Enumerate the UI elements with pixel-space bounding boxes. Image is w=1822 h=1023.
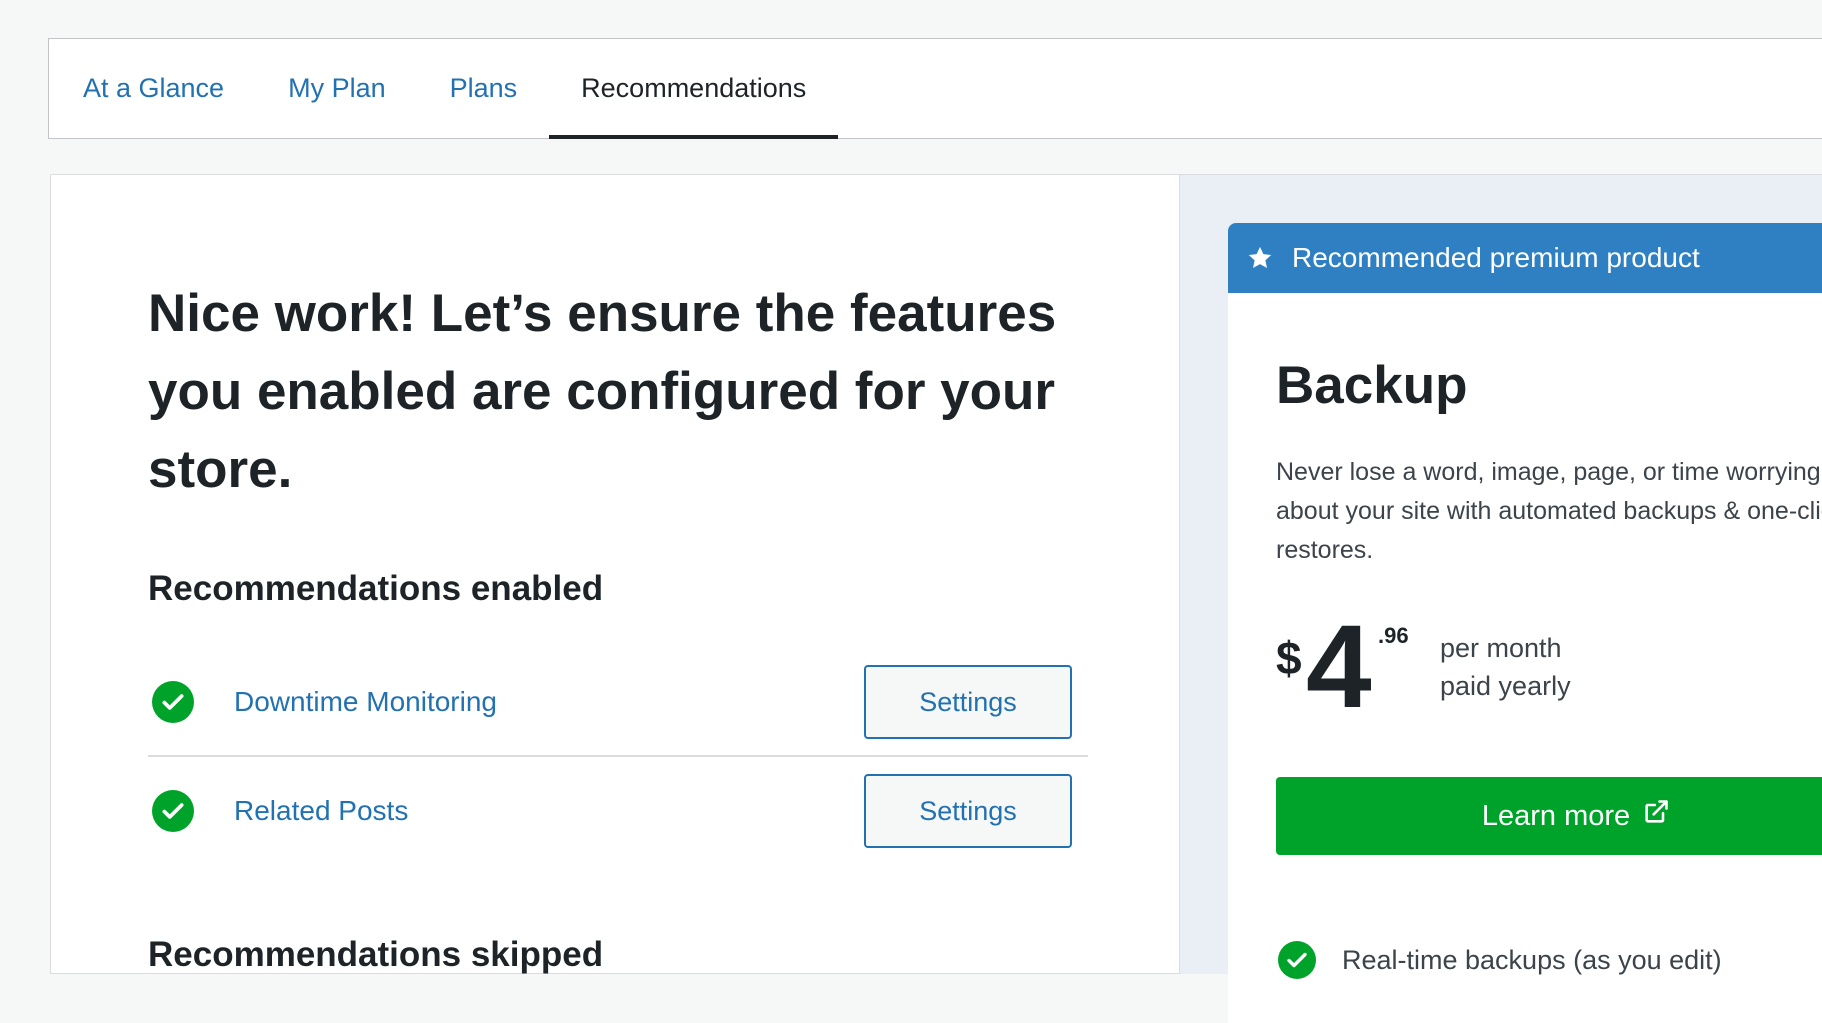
- page-headline: Nice work! Let’s ensure the features you…: [148, 284, 1057, 499]
- learn-more-label: Learn more: [1481, 799, 1631, 832]
- tab-recommendations[interactable]: Recommendations: [549, 39, 839, 139]
- feature-label: Real-time backups (as you edit): [1342, 944, 1722, 975]
- enabled-section-title: Recommendations enabled: [148, 569, 604, 608]
- promo-side-panel: Recommended premium product Backup Never…: [1180, 174, 1822, 1023]
- tab-navigation: At a Glance My Plan Plans Recommendation…: [48, 38, 1822, 139]
- promo-header-label: Recommended premium product: [1292, 242, 1700, 273]
- product-description: Never lose a word, image, page, or time …: [1276, 453, 1822, 570]
- check-circle-icon: [152, 790, 194, 832]
- product-title: Backup: [1276, 356, 1468, 415]
- tab-at-a-glance[interactable]: At a Glance: [83, 39, 224, 138]
- skipped-section-title: Recommendations skipped: [148, 935, 604, 974]
- tab-my-plan[interactable]: My Plan: [288, 39, 386, 138]
- price-amount: 4: [1306, 601, 1372, 733]
- downtime-monitoring-link[interactable]: Downtime Monitoring: [234, 686, 864, 718]
- learn-more-button[interactable]: Learn more: [1276, 777, 1822, 855]
- product-description-line: about your site with automated backups &…: [1276, 497, 1822, 525]
- price-cents: .96: [1378, 623, 1409, 648]
- related-posts-settings-button[interactable]: Settings: [864, 774, 1072, 848]
- recommendation-row-related-posts: Related Posts Settings: [148, 757, 1088, 865]
- price: $ 4 .96 per month paid yearly: [1276, 607, 1676, 727]
- premium-product-card: Recommended premium product Backup Never…: [1228, 223, 1822, 1023]
- price-term-period: per month: [1440, 633, 1562, 663]
- promo-header: Recommended premium product: [1228, 223, 1822, 293]
- downtime-monitoring-settings-button[interactable]: Settings: [864, 665, 1072, 739]
- product-description-line: restores.: [1276, 536, 1374, 564]
- tab-plans[interactable]: Plans: [450, 39, 518, 138]
- star-icon: [1246, 244, 1274, 272]
- feature-item: Real-time backups (as you edit): [1278, 941, 1722, 979]
- price-term-billing: paid yearly: [1440, 671, 1571, 701]
- external-link-icon: [1630, 798, 1670, 834]
- product-description-line: Never lose a word, image, page, or time …: [1276, 458, 1821, 486]
- recommendation-row-downtime-monitoring: Downtime Monitoring Settings: [148, 649, 1088, 757]
- price-currency: $: [1276, 632, 1302, 684]
- related-posts-link[interactable]: Related Posts: [234, 795, 864, 827]
- recommendations-card: Nice work! Let’s ensure the features you…: [50, 174, 1180, 974]
- check-circle-icon: [152, 681, 194, 723]
- check-circle-icon: [1278, 941, 1316, 979]
- price-term: per month paid yearly: [1440, 629, 1571, 705]
